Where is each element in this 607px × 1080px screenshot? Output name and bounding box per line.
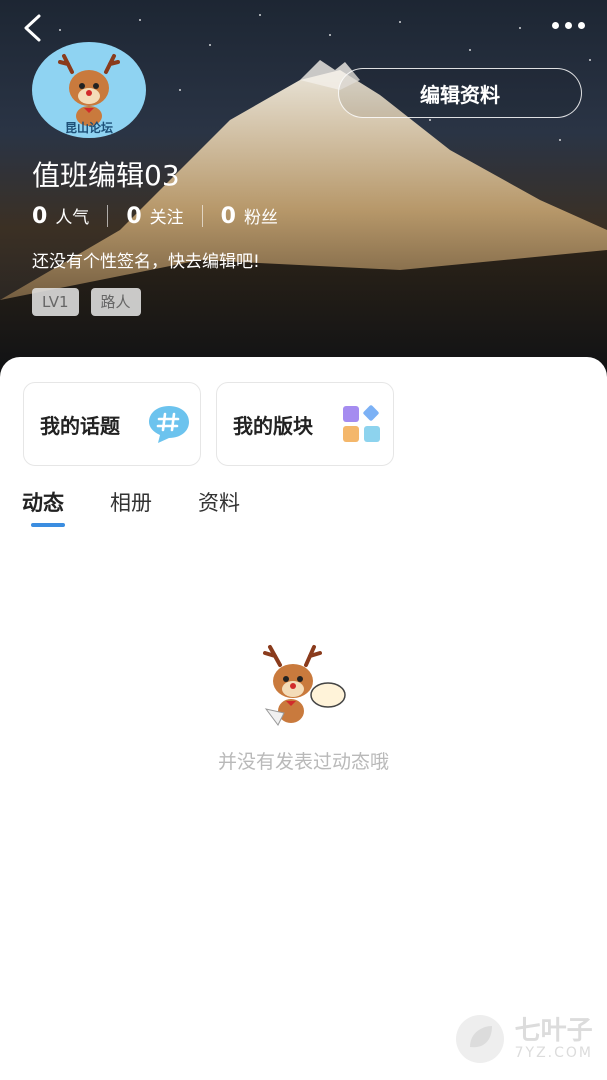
my-boards-label: 我的版块: [233, 413, 313, 438]
tab-activity[interactable]: 动态: [22, 487, 65, 527]
back-button[interactable]: [12, 8, 52, 48]
reindeer-mascot-icon: [58, 54, 120, 126]
stat-label: 关注: [149, 208, 184, 228]
profile-tags: LV1 路人: [32, 288, 141, 316]
tab-label: 资料: [198, 491, 240, 515]
tab-info[interactable]: 资料: [198, 487, 240, 527]
profile-tabs: 动态 相册 资料: [22, 487, 240, 527]
profile-header: 昆山论坛 编辑资料 值班编辑03 0 人气 0 关注 0 粉丝 还没有个性签名，…: [0, 0, 607, 380]
username: 值班编辑03: [32, 159, 180, 192]
chevron-left-icon: [24, 14, 41, 42]
empty-state-message: 并没有发表过动态哦: [217, 751, 389, 773]
avatar-caption: 昆山论坛: [64, 121, 113, 135]
tab-label: 相册: [110, 491, 152, 515]
my-topics-label: 我的话题: [40, 413, 120, 438]
leaf-logo-icon: [455, 1015, 504, 1063]
content-sheet: 我的话题 我的版块 动态 相册 资料 并没有发表过动态哦 七叶子 7YZ.COM: [0, 357, 607, 1080]
stat-value: 0: [220, 204, 236, 229]
tab-label: 动态: [22, 491, 64, 515]
my-boards-card[interactable]: 我的版块: [216, 382, 394, 466]
rank-badge: 路人: [90, 288, 141, 316]
stat-divider: [107, 205, 109, 227]
stat-value: 0: [126, 204, 142, 229]
stat-label: 粉丝: [243, 208, 278, 228]
reindeer-empty-illustration: [263, 645, 346, 726]
signature-text: 还没有个性签名，快去编辑吧!: [32, 252, 260, 272]
profile-stats: 0 人气 0 关注 0 粉丝: [32, 203, 278, 229]
more-dots-icon: [551, 21, 559, 29]
level-badge: LV1: [32, 288, 79, 316]
my-topics-card[interactable]: 我的话题: [23, 382, 201, 466]
edit-profile-button[interactable]: 编辑资料: [338, 68, 582, 118]
grid-blocks-icon: [343, 405, 380, 442]
stat-popularity[interactable]: 0 人气: [32, 203, 89, 229]
watermark-domain: 7YZ.COM: [514, 1045, 593, 1061]
stat-following[interactable]: 0 关注: [126, 203, 183, 229]
stat-value: 0: [32, 204, 48, 229]
watermark-logo: 七叶子 7YZ.COM: [453, 1012, 593, 1066]
stat-followers[interactable]: 0 粉丝: [221, 203, 278, 229]
hashtag-bubble-icon: [149, 406, 189, 443]
watermark-name: 七叶子: [514, 1016, 593, 1046]
tab-album[interactable]: 相册: [110, 487, 152, 527]
tab-active-indicator: [31, 523, 65, 527]
avatar[interactable]: 昆山论坛: [32, 42, 146, 138]
stat-divider: [201, 205, 203, 227]
stat-label: 人气: [55, 208, 90, 228]
more-button[interactable]: [543, 10, 593, 40]
